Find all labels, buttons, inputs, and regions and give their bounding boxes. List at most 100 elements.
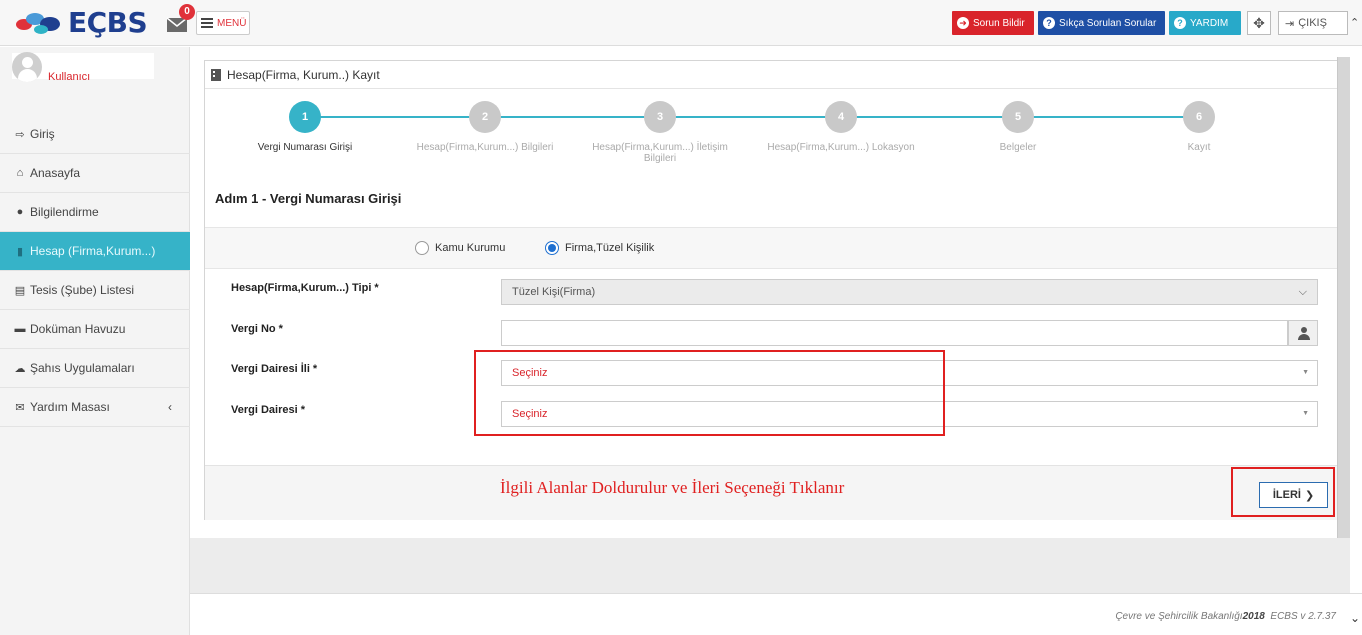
report-issue-label: Sorun Bildir — [973, 17, 1025, 29]
logout-label: ÇIKIŞ — [1298, 17, 1327, 29]
step-label: Hesap(Firma,Kurum...) İletişim Bilgileri — [592, 142, 728, 164]
step-number: 3 — [644, 101, 676, 133]
sidebar-item-label: Şahıs Uygulamaları — [30, 361, 135, 375]
logo-mark-icon — [12, 7, 66, 37]
building-icon: ▤ — [14, 284, 26, 297]
scrollbar[interactable] — [1337, 57, 1350, 572]
sidebar-item-dokuman[interactable]: ▬ Doküman Havuzu — [0, 310, 190, 349]
highlight-box — [474, 350, 945, 436]
step-6[interactable]: 6 Kayıt — [1119, 101, 1279, 153]
step-label: Belgeler — [999, 142, 1037, 153]
radio-label: Kamu Kurumu — [435, 242, 506, 254]
step-2[interactable]: 2 Hesap(Firma,Kurum...) Bilgileri — [405, 101, 565, 153]
highlight-box — [1231, 467, 1335, 517]
sidebar-item-label: Doküman Havuzu — [30, 322, 126, 336]
radio-circle — [545, 241, 559, 255]
panel-header: Hesap(Firma, Kurum..) Kayıt — [205, 61, 1337, 89]
radio-circle — [415, 241, 429, 255]
step-number: 5 — [1002, 101, 1034, 133]
avatar[interactable] — [12, 52, 42, 82]
content-background — [190, 538, 1350, 593]
form-footer: İlgili Alanlar Doldurulur ve İleri Seçen… — [205, 465, 1337, 520]
faq-label: Sıkça Sorulan Sorular — [1059, 17, 1157, 29]
radio-firma-tuzel-kisilik[interactable]: Firma,Tüzel Kişilik — [545, 241, 654, 255]
sidebar-item-sahis[interactable]: ☁ Şahıs Uygulamaları — [0, 349, 190, 388]
question-icon: ? — [1174, 17, 1186, 29]
divider — [190, 593, 1362, 594]
account-type-radio-group: Kamu Kurumu Firma,Tüzel Kişilik — [205, 227, 1339, 269]
step-1[interactable]: 1 Vergi Numarası Girişi — [225, 101, 385, 153]
ministry-text: Çevre ve Şehircilik Bakanlığı — [1115, 611, 1243, 622]
building-icon — [211, 68, 223, 81]
stepper: 1 Vergi Numarası Girişi 2 Hesap(Firma,Ku… — [205, 101, 1339, 181]
mail-count-badge: 0 — [179, 4, 195, 20]
sidebar-item-hesap[interactable]: ▮ Hesap (Firma,Kurum...) — [0, 232, 190, 271]
step-title: Adım 1 - Vergi Numarası Girişi — [215, 191, 402, 206]
account-type-value: Tüzel Kişi(Firma) — [512, 286, 596, 298]
step-label: Hesap(Firma,Kurum...) Lokasyon — [767, 142, 915, 153]
sidebar-item-label: Giriş — [30, 127, 55, 141]
sidebar-item-label: Anasayfa — [30, 166, 81, 180]
version-text: ECBS v 2.7.37 — [1270, 611, 1336, 622]
sidebar: Kullanıcı ⇨ Giriş ⌂ Anasayfa ● Bilgilend… — [0, 47, 190, 635]
sidebar-nav: ⇨ Giriş ⌂ Anasayfa ● Bilgilendirme ▮ Hes… — [0, 115, 190, 427]
registration-panel: Hesap(Firma, Kurum..) Kayıt 1 Vergi Numa… — [204, 60, 1339, 520]
tax-number-label: Vergi No * — [231, 323, 283, 335]
sidebar-item-anasayfa[interactable]: ⌂ Anasayfa — [0, 154, 190, 193]
tax-office-province-label: Vergi Dairesi İli * — [231, 363, 318, 375]
caret-down-icon: ▼ — [1302, 369, 1309, 376]
step-3[interactable]: 3 Hesap(Firma,Kurum...) İletişim Bilgile… — [580, 101, 740, 164]
sign-in-icon: ⇨ — [15, 128, 25, 141]
logo[interactable]: EÇBS — [12, 6, 148, 39]
panel-title: Hesap(Firma, Kurum..) Kayıt — [227, 67, 380, 82]
help-label: YARDIM — [1190, 17, 1229, 29]
logout-icon: ⇥ — [1285, 17, 1295, 30]
sidebar-item-bilgilendirme[interactable]: ● Bilgilendirme — [0, 193, 190, 232]
radio-label: Firma,Tüzel Kişilik — [565, 242, 655, 254]
radio-kamu-kurumu[interactable]: Kamu Kurumu — [415, 241, 505, 255]
year-text: 2018 — [1242, 611, 1265, 622]
sidebar-item-tesis[interactable]: ▤ Tesis (Şube) Listesi — [0, 271, 190, 310]
move-icon[interactable]: ✥ — [1247, 11, 1271, 35]
sidebar-item-giris[interactable]: ⇨ Giriş — [0, 115, 190, 154]
envelope-icon: ✉ — [15, 401, 25, 414]
question-icon: ? — [1043, 17, 1055, 29]
step-5[interactable]: 5 Belgeler — [938, 101, 1098, 153]
help-button[interactable]: ? YARDIM — [1169, 11, 1241, 35]
info-icon: ● — [16, 206, 24, 218]
faq-button[interactable]: ? Sıkça Sorulan Sorular — [1038, 11, 1165, 35]
step-4[interactable]: 4 Hesap(Firma,Kurum...) Lokasyon — [761, 101, 921, 153]
sidebar-item-label: Hesap (Firma,Kurum...) — [30, 244, 156, 258]
sidebar-item-label: Yardım Masası — [30, 400, 110, 414]
step-number: 6 — [1183, 101, 1215, 133]
sidebar-item-yardim[interactable]: ✉ Yardım Masası ‹ — [0, 388, 190, 427]
chevron-down-icon[interactable]: ⌄ — [1350, 611, 1360, 625]
sidebar-item-label: Tesis (Şube) Listesi — [30, 283, 135, 297]
step-label: Kayıt — [1187, 142, 1211, 153]
step-label: Vergi Numarası Girişi — [257, 142, 353, 153]
menu-label: MENÜ — [217, 17, 247, 29]
building-icon: ▮ — [16, 245, 24, 258]
hamburger-icon — [201, 18, 213, 28]
chevron-down-icon: ⌵ — [1298, 286, 1307, 298]
account-type-label: Hesap(Firma,Kurum...) Tipi * — [231, 282, 379, 294]
cloud-icon: ☁ — [14, 362, 26, 375]
sidebar-item-label: Bilgilendirme — [30, 205, 99, 219]
copyright: Çevre ve Şehircilik Bakanlığı2018 ECBS v… — [1115, 611, 1336, 622]
tax-number-input[interactable] — [501, 320, 1288, 346]
logout-button[interactable]: ⇥ ÇIKIŞ — [1278, 11, 1348, 35]
person-icon[interactable] — [1288, 320, 1318, 346]
instruction-annotation: İlgili Alanlar Doldurulur ve İleri Seçen… — [500, 478, 845, 497]
arrow-circle-icon: ➜ — [957, 17, 969, 29]
tax-office-label: Vergi Dairesi * — [231, 404, 305, 416]
menu-button[interactable]: MENÜ — [196, 11, 250, 35]
account-type-select[interactable]: Tüzel Kişi(Firma) ⌵ — [501, 279, 1318, 305]
caret-down-icon: ▼ — [1302, 410, 1309, 417]
step-number: 4 — [825, 101, 857, 133]
user-name[interactable]: Kullanıcı — [48, 71, 90, 83]
home-icon: ⌂ — [16, 167, 24, 179]
report-issue-button[interactable]: ➜ Sorun Bildir — [952, 11, 1034, 35]
step-label: Hesap(Firma,Kurum...) Bilgileri — [416, 142, 554, 153]
chevron-up-icon[interactable]: ⌃ — [1350, 16, 1359, 29]
folder-icon: ▬ — [14, 323, 26, 335]
